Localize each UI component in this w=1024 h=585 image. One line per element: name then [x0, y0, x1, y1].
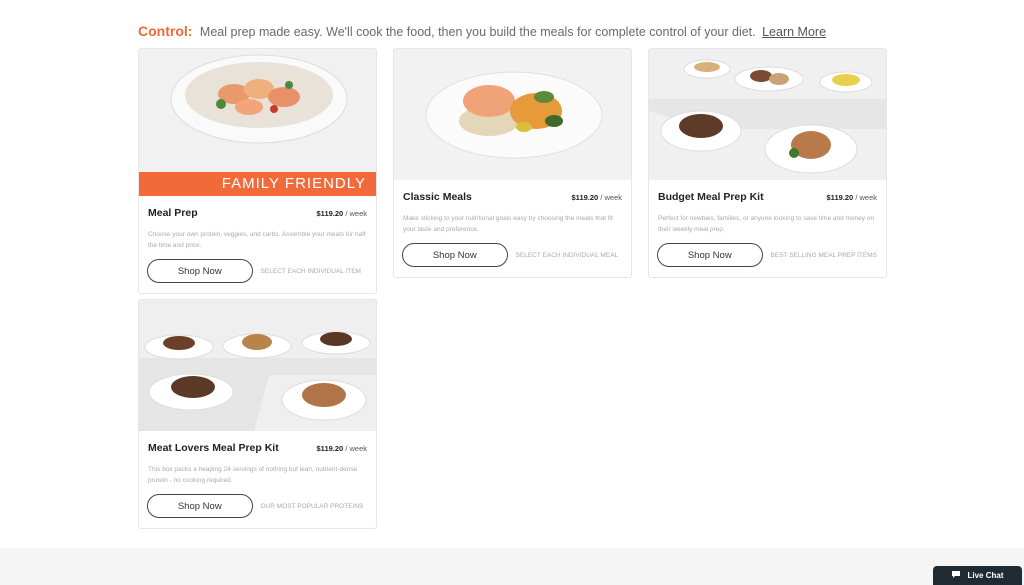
- card-description: Choose your own protein, veggies, and ca…: [148, 231, 366, 249]
- product-card-meat-lovers[interactable]: Meat Lovers Meal Prep Kit $119.20 / week…: [138, 299, 377, 529]
- card-price: $119.20 / week: [317, 209, 367, 218]
- shop-now-button[interactable]: Shop Now: [657, 243, 763, 267]
- price-amount: $119.20: [826, 192, 854, 202]
- card-description: This box packs a heaping 24 servings of …: [148, 466, 358, 484]
- product-card-budget-kit[interactable]: Budget Meal Prep Kit $119.20 / week Perf…: [648, 48, 887, 278]
- card-title: Classic Meals: [403, 191, 472, 203]
- shop-now-button[interactable]: Shop Now: [147, 259, 253, 283]
- product-image-meal-prep: FAMILY FRIENDLY: [139, 49, 376, 196]
- price-unit: / week: [345, 443, 367, 453]
- price-amount: $119.20: [316, 208, 344, 218]
- learn-more-link[interactable]: Learn More: [762, 25, 826, 39]
- price-unit: / week: [855, 192, 877, 202]
- product-image-classic-meals: [394, 49, 631, 180]
- price-unit: / week: [345, 208, 367, 218]
- intro-label: Control:: [138, 23, 193, 39]
- card-description: Perfect for newbies, families, or anyone…: [658, 215, 875, 233]
- card-title: Meal Prep: [148, 207, 198, 219]
- shop-now-button[interactable]: Shop Now: [402, 243, 508, 267]
- intro-text: Control: Meal prep made easy. We'll cook…: [138, 23, 898, 39]
- shop-now-button[interactable]: Shop Now: [147, 494, 253, 518]
- product-card-meal-prep[interactable]: FAMILY FRIENDLY Meal Prep $119.20 / week…: [138, 48, 377, 294]
- card-note: SELECT EACH INDIVIDUAL MEAL: [515, 251, 619, 259]
- product-image-budget-kit: [649, 49, 886, 180]
- price-amount: $119.20: [571, 192, 599, 202]
- product-image-meat-lovers: [139, 300, 376, 431]
- family-friendly-banner: FAMILY FRIENDLY: [139, 172, 376, 196]
- card-note: OUR MOST POPULAR PROTEINS: [260, 502, 364, 510]
- card-title: Budget Meal Prep Kit: [658, 191, 764, 203]
- card-price: $119.20 / week: [827, 193, 877, 202]
- product-card-classic-meals[interactable]: Classic Meals $119.20 / week Make sticki…: [393, 48, 632, 278]
- price-amount: $119.20: [316, 443, 344, 453]
- chat-bubble-icon: [951, 570, 961, 581]
- card-note: SELECT EACH INDIVIDUAL ITEM: [260, 267, 361, 275]
- card-price: $119.20 / week: [572, 193, 622, 202]
- live-chat-button[interactable]: Live Chat: [933, 566, 1022, 585]
- intro-description: Meal prep made easy. We'll cook the food…: [199, 25, 756, 39]
- price-unit: / week: [600, 192, 622, 202]
- live-chat-label: Live Chat: [967, 571, 1004, 580]
- card-price: $119.20 / week: [317, 444, 367, 453]
- card-title: Meat Lovers Meal Prep Kit: [148, 442, 279, 454]
- card-note: BEST SELLING MEAL PREP ITEMS: [770, 251, 877, 259]
- card-description: Make sticking to your nutritional goals …: [403, 215, 613, 233]
- footer-band: [0, 548, 1024, 585]
